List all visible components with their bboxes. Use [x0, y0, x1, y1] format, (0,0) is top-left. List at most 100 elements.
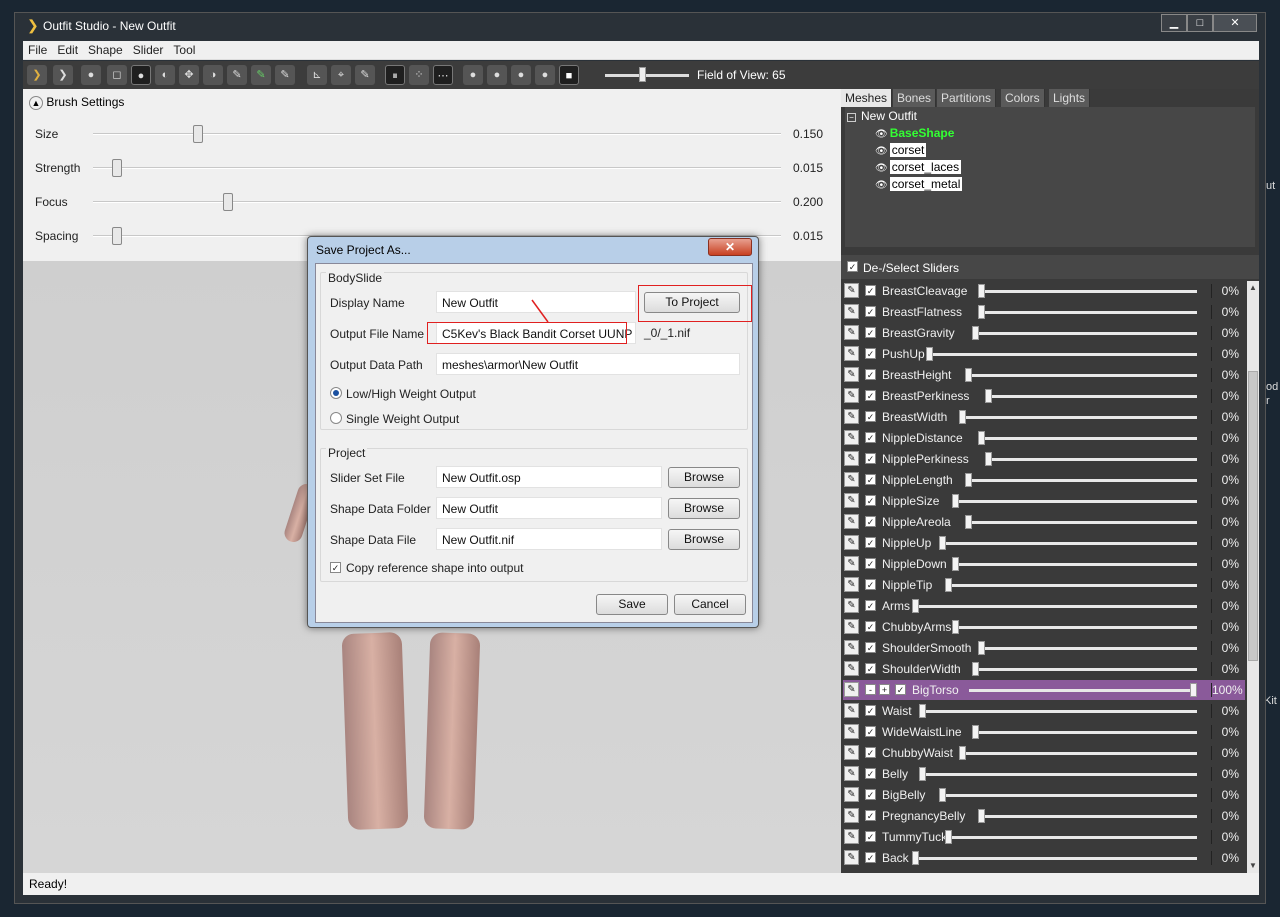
slider-track[interactable] — [938, 794, 1197, 797]
slider-track[interactable] — [971, 668, 1197, 671]
brush-standard-icon[interactable]: ● — [81, 65, 101, 85]
brush-settings-header[interactable]: ▲ Brush Settings — [29, 95, 124, 110]
slider-checkbox[interactable]: ✓ — [865, 411, 876, 422]
edit-slider-icon[interactable]: ✎ — [844, 472, 859, 487]
slider-thumb[interactable] — [978, 431, 986, 445]
slider-checkbox[interactable]: ✓ — [865, 369, 876, 380]
slider-track[interactable] — [971, 332, 1197, 335]
cancel-button[interactable]: Cancel — [674, 594, 746, 615]
collapse-icon[interactable]: ▲ — [29, 96, 43, 110]
slider-checkbox[interactable]: ✓ — [865, 390, 876, 401]
tree-item[interactable]: 👁 corset_metal — [875, 177, 963, 191]
smooth-brush-icon[interactable]: ◑ — [203, 65, 223, 85]
right-view-icon[interactable]: ● — [535, 65, 555, 85]
edit-slider-icon[interactable]: ✎ — [844, 535, 859, 550]
slider-track[interactable] — [952, 500, 1197, 503]
slider-track[interactable] — [952, 626, 1197, 629]
slider-set-input[interactable]: New Outfit.osp — [436, 466, 662, 488]
slider-track[interactable] — [919, 773, 1197, 776]
slider-track[interactable] — [925, 353, 1197, 356]
brush-slider-thumb[interactable] — [223, 193, 233, 211]
slider-checkbox[interactable]: ✓ — [865, 432, 876, 443]
slider-track[interactable] — [968, 689, 1197, 692]
slider-thumb[interactable] — [1190, 683, 1197, 697]
copy-reference-checkbox[interactable]: ✓ — [330, 562, 341, 573]
slider-track[interactable] — [938, 542, 1197, 545]
edit-slider-icon[interactable]: ✎ — [844, 493, 859, 508]
slider-checkbox[interactable]: ✓ — [865, 789, 876, 800]
minimize-button[interactable]: ▁ — [1161, 14, 1187, 32]
edit-slider-icon[interactable]: ✎ — [844, 808, 859, 823]
slider-track[interactable] — [971, 731, 1197, 734]
shape-file-input[interactable]: New Outfit.nif — [436, 528, 662, 550]
slider-checkbox[interactable]: ✓ — [865, 642, 876, 653]
slider-thumb[interactable] — [945, 578, 953, 592]
slider-checkbox[interactable]: ✓ — [865, 306, 876, 317]
edit-slider-icon[interactable]: ✎ — [844, 703, 859, 718]
menu-slider[interactable]: Slider — [128, 41, 169, 57]
visibility-eye-icon[interactable]: 👁 — [875, 163, 888, 174]
edit-slider-icon[interactable]: ✎ — [844, 514, 859, 529]
edit-slider-icon[interactable]: ✎ — [844, 640, 859, 655]
slider-track[interactable] — [952, 563, 1197, 566]
mirror-x-icon[interactable]: ⏸ — [385, 65, 405, 85]
edit-slider-icon[interactable]: ✎ — [844, 682, 859, 697]
slider-thumb[interactable] — [912, 851, 920, 865]
browse-shape-file-button[interactable]: Browse — [668, 529, 740, 550]
brush-slider-thumb[interactable] — [112, 227, 122, 245]
edit-slider-icon[interactable]: ✎ — [844, 598, 859, 613]
slider-track[interactable] — [978, 290, 1197, 293]
tab-partitions[interactable]: Partitions — [937, 89, 997, 107]
edit-slider-icon[interactable]: ✎ — [844, 745, 859, 760]
tab-bones[interactable]: Bones — [893, 89, 937, 107]
edit-slider-icon[interactable]: ✎ — [844, 325, 859, 340]
slider-thumb[interactable] — [985, 452, 992, 466]
color-brush-icon[interactable]: ✎ — [251, 65, 271, 85]
edit-slider-icon[interactable]: ✎ — [844, 367, 859, 382]
slider-thumb[interactable] — [971, 725, 979, 739]
slider-track[interactable] — [965, 479, 1197, 482]
slider-checkbox[interactable]: ✓ — [865, 600, 876, 611]
slider-thumb[interactable] — [965, 368, 973, 382]
mask-brush-icon[interactable]: ◻ — [107, 65, 127, 85]
slider-thumb[interactable] — [965, 515, 973, 529]
slider-thumb[interactable] — [952, 557, 959, 571]
tree-expand-icon[interactable]: − — [847, 113, 856, 122]
brush-slider-track[interactable] — [93, 201, 781, 203]
shape-folder-input[interactable]: New Outfit — [436, 497, 662, 519]
slider-track[interactable] — [978, 311, 1197, 314]
edit-slider-icon[interactable]: ✎ — [844, 850, 859, 865]
brush-slider-thumb[interactable] — [193, 125, 203, 143]
tree-root[interactable]: − New Outfit — [847, 109, 917, 123]
slider-checkbox[interactable]: ✓ — [865, 327, 876, 338]
edit-slider-icon[interactable]: ✎ — [844, 346, 859, 361]
slider-checkbox[interactable]: ✓ — [865, 663, 876, 674]
slider-thumb[interactable] — [971, 662, 979, 676]
inflate-brush-icon[interactable]: ● — [131, 65, 151, 85]
slider-checkbox[interactable]: ✓ — [865, 285, 876, 296]
single-weight-radio[interactable] — [330, 412, 342, 424]
front-view-icon[interactable]: ● — [463, 65, 483, 85]
slider-thumb[interactable] — [978, 809, 986, 823]
edit-slider-icon[interactable]: ✎ — [844, 829, 859, 844]
slider-checkbox[interactable]: ✓ — [865, 579, 876, 590]
slider-track[interactable] — [978, 815, 1197, 818]
maximize-button[interactable]: □ — [1187, 14, 1213, 32]
minus-button[interactable]: - — [865, 684, 876, 695]
slider-thumb[interactable] — [945, 830, 953, 844]
slider-track[interactable] — [958, 416, 1197, 419]
slider-track[interactable] — [985, 458, 1197, 461]
edit-slider-icon[interactable]: ✎ — [844, 619, 859, 634]
slider-checkbox[interactable]: ✓ — [865, 831, 876, 842]
perspective-icon[interactable]: ■ — [559, 65, 579, 85]
slider-track[interactable] — [978, 437, 1197, 440]
browse-shape-folder-button[interactable]: Browse — [668, 498, 740, 519]
slider-checkbox[interactable]: ✓ — [865, 747, 876, 758]
slider-track[interactable] — [965, 521, 1197, 524]
slider-thumb[interactable] — [952, 494, 959, 508]
slider-track[interactable] — [912, 857, 1197, 860]
slider-thumb[interactable] — [925, 347, 933, 361]
visibility-eye-icon[interactable]: 👁 — [875, 146, 888, 157]
transform-tool-icon[interactable]: ❯ — [53, 65, 73, 85]
slider-track[interactable] — [978, 647, 1197, 650]
